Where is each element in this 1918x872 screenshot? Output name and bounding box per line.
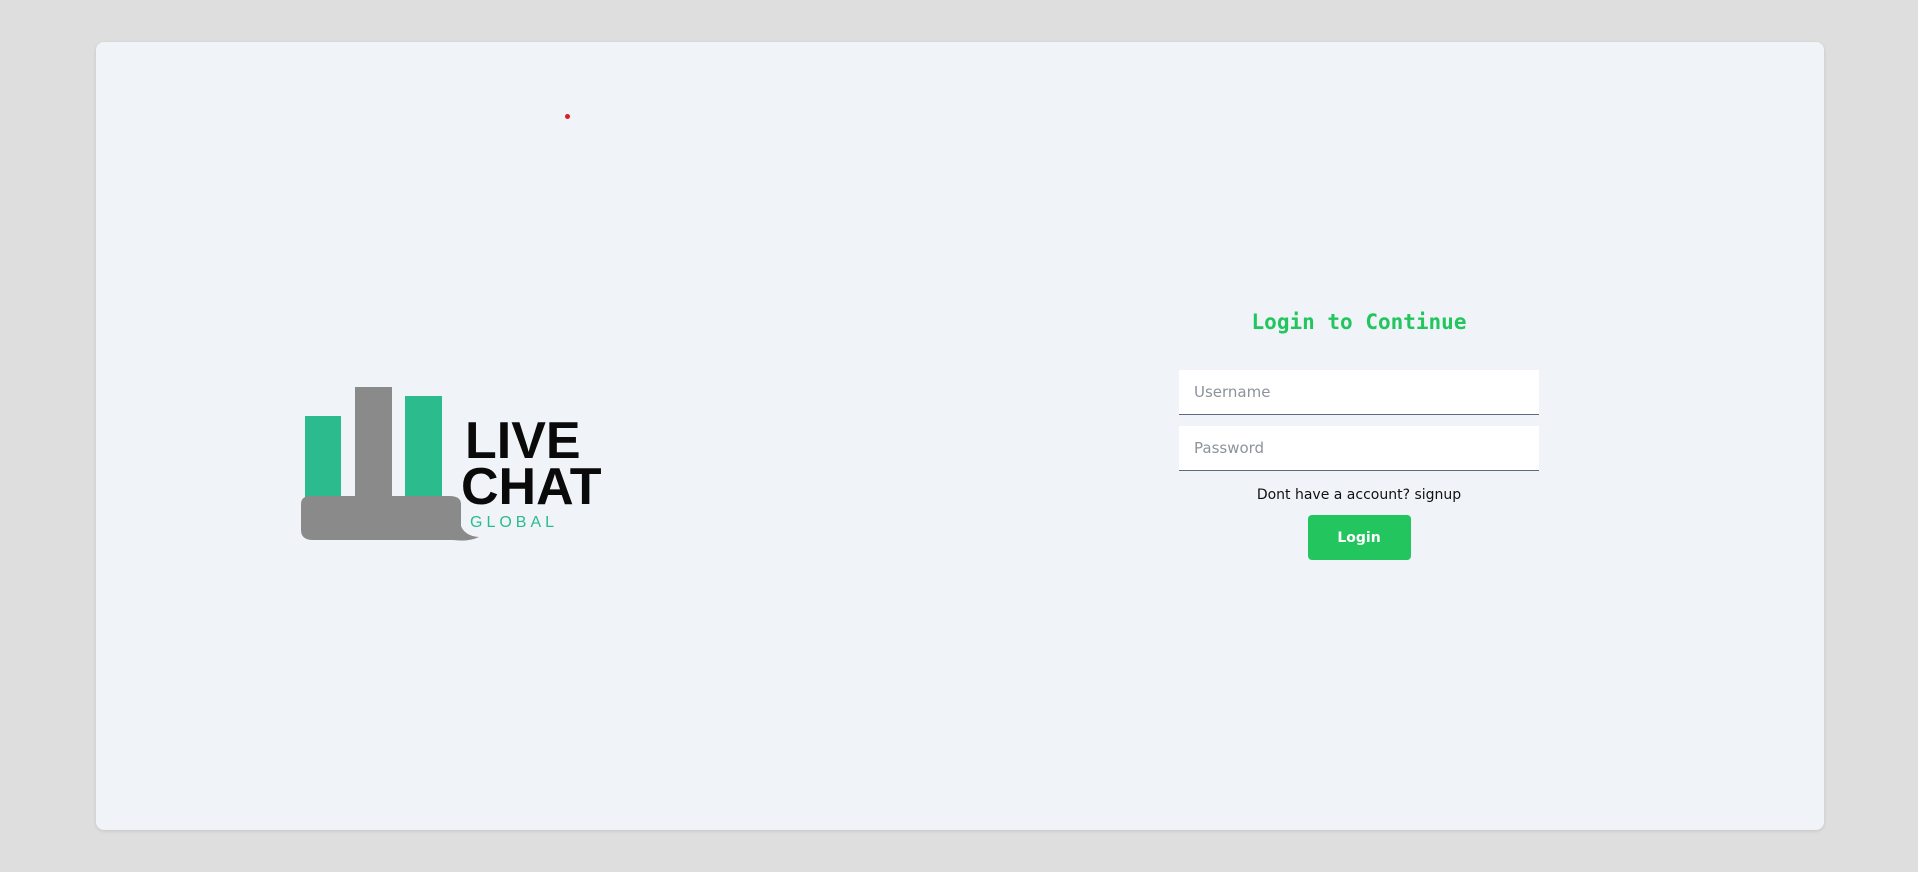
logo-text-global: GLOBAL <box>470 514 558 531</box>
login-card: LIVE CHAT GLOBAL Login to Continue Dont … <box>96 42 1824 830</box>
login-title: Login to Continue <box>1251 310 1467 334</box>
logo-speech-bubble <box>301 496 479 541</box>
username-input[interactable] <box>1179 370 1539 415</box>
password-input[interactable] <box>1179 426 1539 471</box>
login-form: Login to Continue Dont have a account? s… <box>1179 304 1539 560</box>
live-chat-global-logo: LIVE CHAT GLOBAL <box>301 387 602 541</box>
red-dot-marker <box>565 114 570 119</box>
login-button[interactable]: Login <box>1307 515 1411 560</box>
logo-text-chat: CHAT <box>461 458 602 516</box>
signup-prompt: Dont have a account? signup <box>1179 485 1539 505</box>
signup-prompt-text: Dont have a account? <box>1256 487 1415 503</box>
signup-link[interactable]: signup <box>1414 487 1461 503</box>
